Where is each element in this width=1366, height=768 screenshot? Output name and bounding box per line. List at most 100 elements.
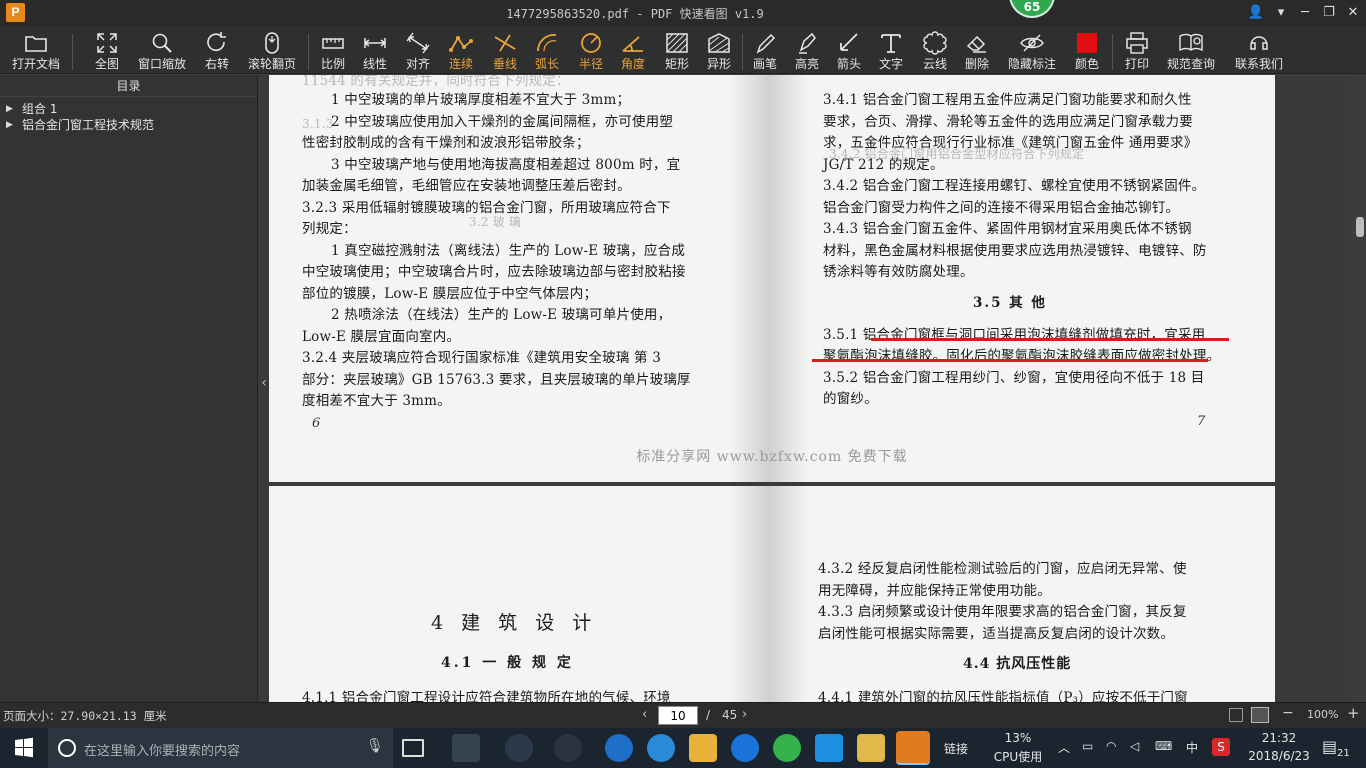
print-button[interactable]: 打印: [1120, 28, 1154, 72]
polyline-measure-button[interactable]: 连续: [444, 28, 478, 72]
taskbar-search[interactable]: 在这里输入你要搜索的内容 🎙: [48, 728, 393, 768]
hidden-eye-icon: [1020, 34, 1044, 52]
toolbar: 打开文档 全图 窗口缩放 右转 滚轮翻页 比例 线性 对齐 连续 垂线 弧长 半…: [0, 26, 1366, 74]
toc-sidebar: 目录 ▶ 组合 1 ▶ 铝合金门窗工程技术规范: [0, 75, 258, 702]
headset-icon: [1250, 36, 1268, 50]
toc-item[interactable]: ▶ 组合 1: [0, 101, 257, 117]
maximize-button[interactable]: ❐: [1318, 3, 1340, 23]
delete-button[interactable]: 删除: [960, 28, 994, 72]
notes-app-icon[interactable]: [857, 734, 885, 762]
close-button[interactable]: ✕: [1342, 3, 1364, 23]
arc-length-button[interactable]: 弧长: [530, 28, 564, 72]
red-underline-annotation[interactable]: [812, 359, 1208, 362]
cpu-label: CPU使用: [993, 750, 1043, 764]
align-measure-icon: [406, 32, 430, 54]
document-view[interactable]: ‹ 11544 的有关规定并，同时符合下列规定： 3.1.3 3.2 玻 璃 3…: [259, 75, 1351, 702]
linear-measure-button[interactable]: 线性: [358, 28, 392, 72]
arrow-button[interactable]: 箭头: [832, 28, 866, 72]
green-app-icon[interactable]: [773, 734, 801, 762]
magnifier-icon: [152, 33, 172, 53]
browser-g-icon[interactable]: [731, 734, 759, 762]
pen-icon: [756, 33, 776, 54]
text-line: 3.4.3 铝合金门窗五金件、紧固件用钢材宜采用奥氏体不锈钢: [823, 221, 1192, 237]
task-view-icon[interactable]: [402, 739, 424, 757]
text-button[interactable]: 文字: [874, 28, 908, 72]
scale-button[interactable]: 比例: [316, 28, 350, 72]
single-page-view-icon[interactable]: [1229, 708, 1243, 722]
battery-icon[interactable]: ▭: [1082, 739, 1093, 753]
sogou-ime-icon[interactable]: S: [1212, 738, 1230, 756]
text-line: 3.4.1 铝合金门窗工程用五金件应满足门窗功能要求和耐久性: [823, 92, 1192, 108]
window-zoom-button[interactable]: 窗口缩放: [134, 28, 190, 72]
scroll-page-button[interactable]: 滚轮翻页: [244, 28, 300, 72]
polyline-icon: [449, 36, 473, 52]
user-icon[interactable]: 👤: [1245, 3, 1267, 23]
perpendicular-icon: [494, 34, 516, 52]
standard-query-button[interactable]: 规范查询: [1162, 28, 1220, 72]
rectangle-button[interactable]: 矩形: [660, 28, 694, 72]
pdf-viewer-taskbar-icon[interactable]: [896, 731, 930, 765]
menu-dropdown-icon[interactable]: ▾: [1270, 3, 1292, 23]
prev-page-icon[interactable]: ‹: [642, 707, 647, 722]
swirl-app-icon[interactable]: [554, 734, 582, 762]
clock-time[interactable]: 21:32: [1246, 731, 1312, 745]
highlight-button[interactable]: 高亮: [790, 28, 824, 72]
hide-annotations-button[interactable]: 隐藏标注: [1004, 28, 1060, 72]
microphone-icon[interactable]: 🎙: [366, 738, 384, 754]
toc-item[interactable]: ▶ 铝合金门窗工程技术规范: [0, 117, 257, 133]
next-page-icon[interactable]: ›: [742, 707, 747, 722]
text-line: 部位的镀膜，Low-E 膜层应位于中空气体层内；: [302, 286, 598, 302]
toc-item-label: 组合 1: [22, 102, 58, 116]
align-measure-button[interactable]: 对齐: [400, 28, 436, 72]
rotate-icon: [207, 32, 226, 52]
text-line: 1 中空玻璃的单片玻璃厚度相差不宜大于 3mm；: [331, 92, 631, 108]
text-line: 中空玻璃使用；中空玻璃合片时，应去除玻璃边部与密封胶粘接: [302, 264, 686, 280]
ime-indicator[interactable]: 中: [1186, 739, 1198, 756]
clock-date[interactable]: 2018/6/23: [1246, 749, 1312, 763]
minimize-button[interactable]: ─: [1294, 3, 1316, 23]
pen-button[interactable]: 画笔: [748, 28, 782, 72]
text-line: 3.5.2 铝合金门窗工程用纱门、纱窗，宜使用径向不低于 18 目: [823, 370, 1205, 386]
open-document-button[interactable]: 打开文档: [8, 28, 64, 72]
zoom-out-icon[interactable]: −: [1282, 705, 1294, 721]
irregular-shape-icon: [708, 33, 730, 53]
file-explorer-icon[interactable]: [689, 734, 717, 762]
ie-browser-icon[interactable]: [505, 734, 533, 762]
continuous-view-icon[interactable]: [1251, 707, 1269, 723]
action-center-icon[interactable]: ▤: [1322, 737, 1337, 756]
red-underline-annotation[interactable]: [871, 338, 1229, 341]
section-heading: 4.1 一 般 规 定: [441, 655, 574, 671]
contact-us-button[interactable]: 联系我们: [1230, 28, 1288, 72]
page-gutter: [729, 75, 809, 482]
text-line: 锈涂料等有效防腐处理。: [823, 264, 974, 280]
fit-all-button[interactable]: 全图: [88, 28, 126, 72]
app-fan-icon[interactable]: [452, 734, 480, 762]
irregular-shape-button[interactable]: 异形: [702, 28, 736, 72]
pdf-page: 4 建 筑 设 计 4.1 一 般 规 定 4.1.1 铝合金门窗工程设计应符合…: [269, 486, 1275, 702]
volume-icon[interactable]: ◁: [1130, 739, 1139, 753]
cloud-line-button[interactable]: 云线: [918, 28, 952, 72]
keyboard-icon[interactable]: ⌨: [1155, 739, 1172, 753]
collapse-sidebar-icon[interactable]: ‹: [259, 375, 269, 399]
page-size-label: 页面大小：27.90×21.13 厘米: [3, 709, 167, 723]
tray-link-label[interactable]: 链接: [944, 740, 968, 757]
page-number-input[interactable]: 10: [658, 706, 698, 725]
faint-text: 11544 的有关规定并，同时符合下列规定：: [302, 75, 570, 89]
internet-explorer-icon[interactable]: [647, 734, 675, 762]
arc-icon: [537, 34, 557, 52]
perpendicular-button[interactable]: 垂线: [488, 28, 522, 72]
start-button[interactable]: [0, 728, 48, 768]
wifi-icon[interactable]: ◠: [1106, 739, 1116, 753]
chevron-up-icon[interactable]: ︿: [1058, 739, 1070, 756]
zoom-in-icon[interactable]: +: [1347, 704, 1360, 722]
rotate-right-button[interactable]: 右转: [198, 28, 236, 72]
angle-button[interactable]: 角度: [616, 28, 650, 72]
toolbar-divider: [1112, 34, 1113, 70]
radius-button[interactable]: 半径: [574, 28, 608, 72]
edge-browser-icon[interactable]: [605, 734, 633, 762]
expand-arrow-icon[interactable]: ▶: [6, 101, 13, 117]
expand-arrow-icon[interactable]: ▶: [6, 117, 13, 133]
color-button[interactable]: 颜色: [1070, 28, 1104, 72]
vertical-scrollbar-thumb[interactable]: [1356, 217, 1364, 237]
blue-app-icon[interactable]: [815, 734, 843, 762]
